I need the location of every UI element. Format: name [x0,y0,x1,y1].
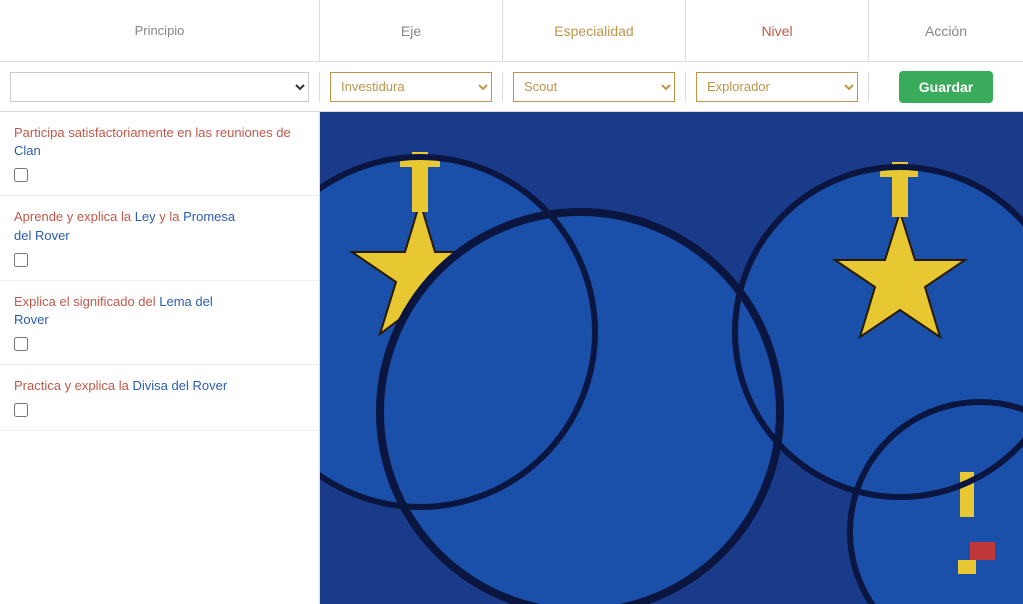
item-3-checkbox[interactable] [14,337,28,351]
item-1-checkbox-container [14,168,305,185]
especialidad-header-label: Especialidad [554,23,633,39]
header-row: Principio Eje Especialidad Nivel Acción [0,0,1023,62]
filter-especialidad-cell: Scout Explorador Rover [503,72,686,102]
item-3-checkbox-container [14,337,305,354]
main-content: Participa satisfactoriamente en las reun… [0,112,1023,604]
deco-bg [320,112,1023,604]
item-4-checkbox-container [14,403,305,420]
filter-row: Investidura Personal Social Espiritual S… [0,62,1023,112]
item-1-checkbox[interactable] [14,168,28,182]
item-3-text: Explica el significado del Lema delRover [14,293,305,329]
item-1-text: Participa satisfactoriamente en las reun… [14,124,305,160]
deco-svg [320,112,1023,604]
item-4-text: Practica y explica la Divisa del Rover [14,377,305,395]
nivel-header-label: Nivel [761,23,792,39]
especialidad-select[interactable]: Scout Explorador Rover [513,72,675,102]
col-nivel-header: Nivel [686,0,869,61]
list-item: Explica el significado del Lema delRover [0,281,319,365]
col-accion-header: Acción [869,0,1023,61]
col-eje-header: Eje [320,0,503,61]
filter-principio-cell [0,72,320,102]
filter-accion-cell: Guardar [869,71,1023,103]
principio-select[interactable] [10,72,309,102]
accion-header-label: Acción [925,23,967,39]
item-2-checkbox-container [14,253,305,270]
filter-nivel-cell: Explorador Scout Rover Pionero [686,72,869,102]
item-4-checkbox[interactable] [14,403,28,417]
list-item: Aprende y explica la Ley y la Promesadel… [0,196,319,280]
left-panel: Participa satisfactoriamente en las reun… [0,112,320,604]
right-panel [320,112,1023,604]
eje-select[interactable]: Investidura Personal Social Espiritual [330,72,492,102]
principio-header-label: Principio [135,23,185,38]
col-principio-header: Principio [0,0,320,61]
eje-header-label: Eje [401,23,421,39]
filter-eje-cell: Investidura Personal Social Espiritual [320,72,503,102]
col-especialidad-header: Especialidad [503,0,686,61]
item-2-text: Aprende y explica la Ley y la Promesadel… [14,208,305,244]
nivel-select[interactable]: Explorador Scout Rover Pionero [696,72,858,102]
item-2-checkbox[interactable] [14,253,28,267]
list-item: Practica y explica la Divisa del Rover [0,365,319,431]
guardar-button[interactable]: Guardar [899,71,993,103]
list-item: Participa satisfactoriamente en las reun… [0,112,319,196]
